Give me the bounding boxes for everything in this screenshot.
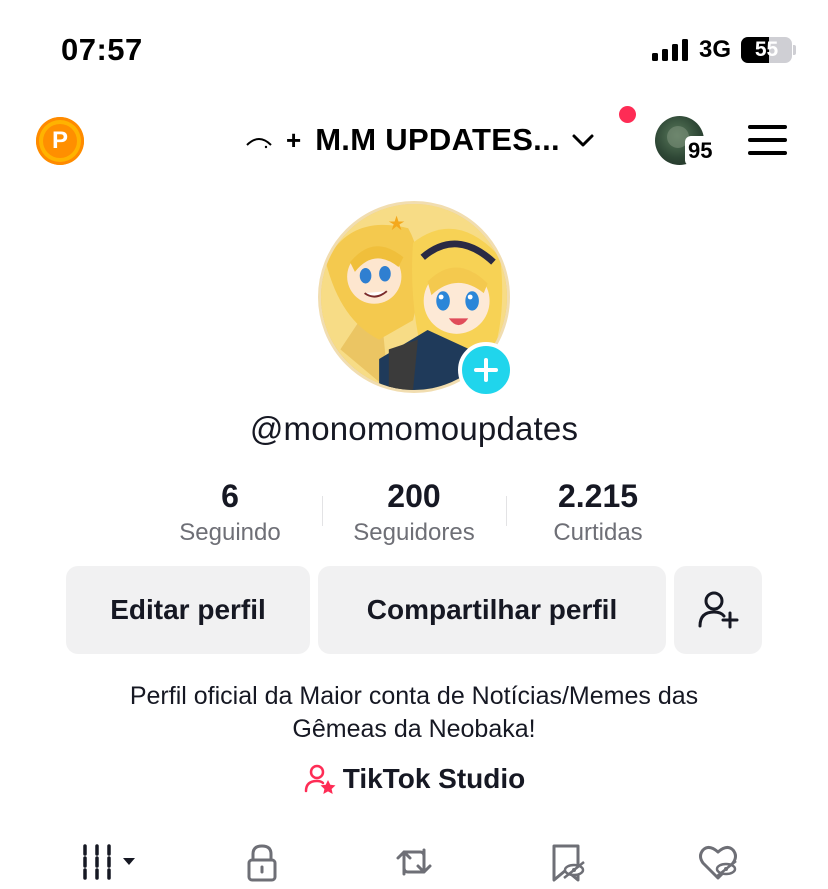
battery-cap [793,45,796,55]
share-profile-button[interactable]: Compartilhar perfil [318,566,666,654]
repost-icon [396,848,432,876]
account-switcher[interactable]: + M.M UPDATES... [244,118,596,162]
edit-profile-button[interactable]: Editar perfil [66,566,310,654]
tab-private[interactable] [222,838,302,886]
content-tabs [0,830,828,889]
lock-icon [247,844,277,882]
account-logo-icon [244,125,274,155]
profile-bio: Perfil oficial da Maior conta de Notícia… [0,680,828,746]
coin-icon[interactable]: P [36,117,84,165]
username: @monomomoupdates [249,410,579,447]
account-name: M.M UPDATES... [315,122,560,157]
stat-followers[interactable]: 200 Seguidores [334,478,494,547]
menu-icon[interactable] [748,125,788,155]
notification-dot [619,106,636,123]
network-type: 3G [699,36,732,63]
stat-following-value: 6 [221,478,239,514]
signal-icon [652,39,690,61]
studio-icon [304,764,336,794]
studio-label: TikTok Studio [342,763,526,794]
battery-level: 55 [754,38,779,61]
tiktok-studio-link[interactable]: TikTok Studio [0,762,828,796]
coin-label: P [43,124,77,158]
tab-liked[interactable] [678,838,758,886]
add-avatar-button[interactable] [458,342,514,398]
tab-videos[interactable] [70,838,150,886]
stat-followers-value: 200 [387,478,441,514]
bio-line: Perfil oficial da Maior conta de Notícia… [129,682,699,710]
chevron-down-icon [572,134,594,147]
stat-divider [506,496,507,526]
friend-count: 95 [685,136,716,166]
bookmark-hidden-icon [552,844,585,882]
stat-likes-value: 2.215 [557,478,639,514]
battery-icon: 55 [741,37,792,63]
stat-followers-label: Seguidores [353,519,475,546]
status-time: 07:57 [61,32,143,67]
stat-following[interactable]: 6 Seguindo [150,478,310,547]
stat-following-label: Seguindo [179,519,281,546]
add-friend-icon [698,591,739,629]
liked-hidden-icon [699,845,737,880]
stat-likes-label: Curtidas [553,519,643,546]
grid-icon [83,844,135,880]
plus-mark: + [286,124,302,155]
plus-icon [474,358,498,382]
stat-likes[interactable]: 2.215 Curtidas [518,478,678,547]
stat-divider [322,496,323,526]
bio-line: Gêmeas da Neobaka! [292,715,536,743]
profile-stats: 6 Seguindo 200 Seguidores 2.215 Curtidas [0,478,828,558]
tab-reposts[interactable] [374,838,454,886]
add-friend-button[interactable] [674,566,762,654]
tab-favorites[interactable] [526,838,606,886]
status-bar: 07:57 3G 55 [0,0,828,100]
